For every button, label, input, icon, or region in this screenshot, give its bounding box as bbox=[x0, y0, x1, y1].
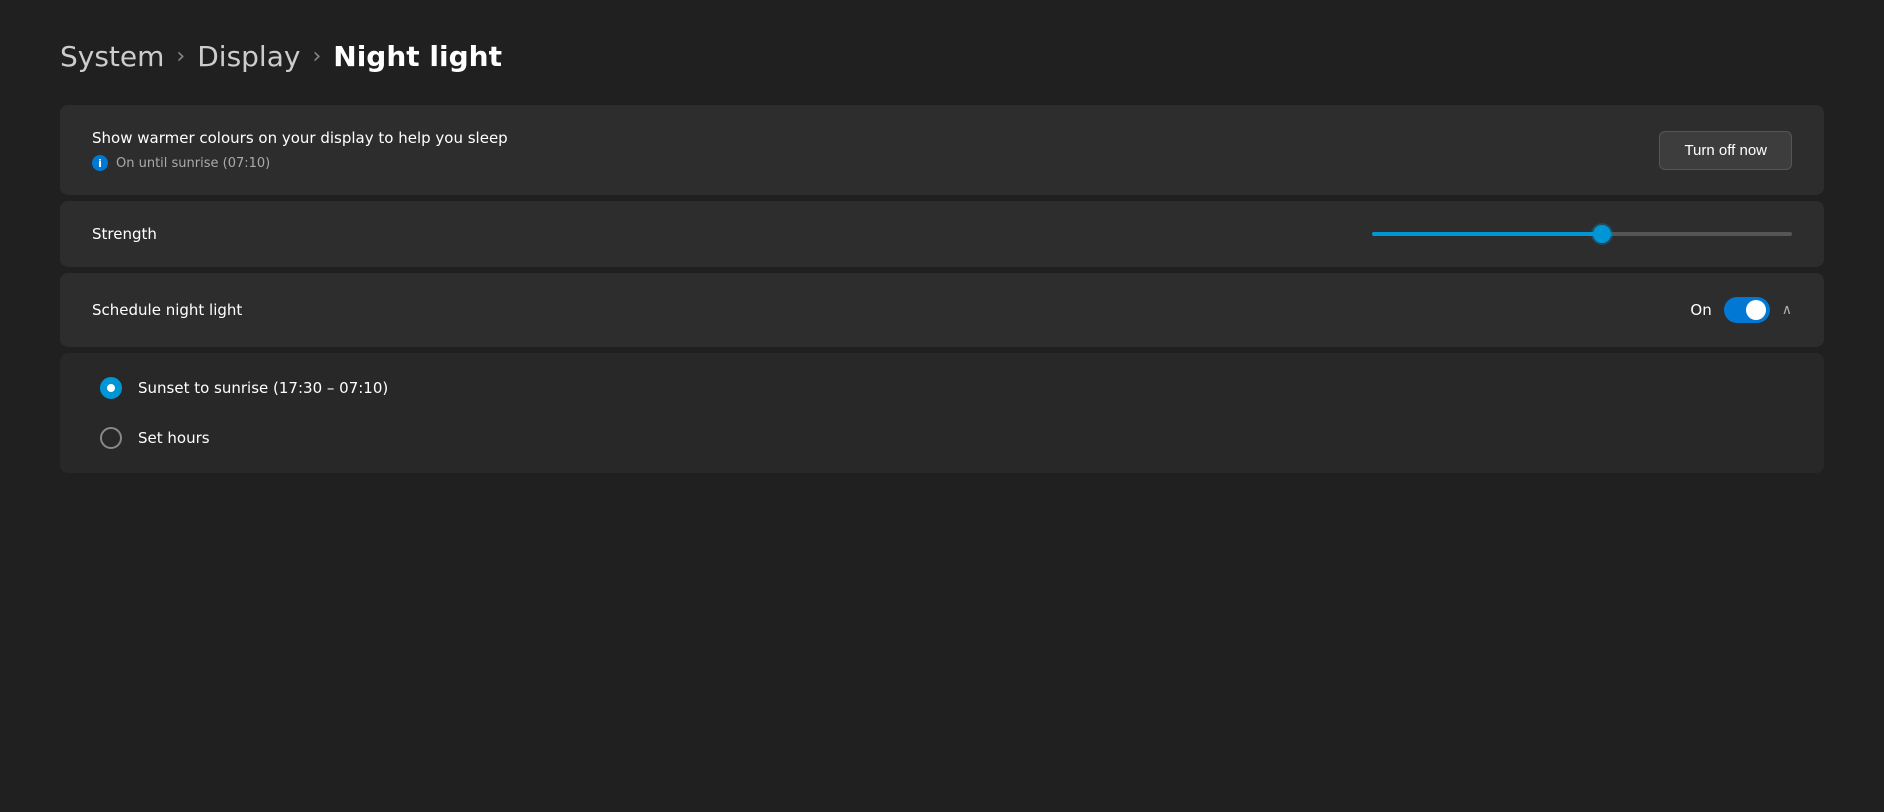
breadcrumb: System › Display › Night light bbox=[60, 40, 1824, 73]
schedule-label: Schedule night light bbox=[92, 301, 242, 319]
strength-label: Strength bbox=[92, 225, 157, 243]
breadcrumb-display[interactable]: Display bbox=[197, 40, 300, 73]
schedule-controls: On ∧ bbox=[1690, 297, 1792, 323]
radio-option-set-hours[interactable]: Set hours bbox=[100, 427, 1784, 449]
schedule-state-label: On bbox=[1690, 301, 1711, 319]
status-subtitle: i On until sunrise (07:10) bbox=[92, 155, 508, 171]
radio-sunset-circle[interactable] bbox=[100, 377, 122, 399]
radio-set-hours-circle[interactable] bbox=[100, 427, 122, 449]
strength-card: Strength bbox=[60, 201, 1824, 267]
turn-off-button[interactable]: Turn off now bbox=[1659, 131, 1792, 170]
radio-sunset-label: Sunset to sunrise (17:30 – 07:10) bbox=[138, 379, 388, 397]
status-text: On until sunrise (07:10) bbox=[116, 156, 270, 171]
radio-set-hours-label: Set hours bbox=[138, 429, 210, 447]
schedule-toggle[interactable] bbox=[1724, 297, 1770, 323]
schedule-card: Schedule night light On ∧ bbox=[60, 273, 1824, 347]
schedule-chevron-icon[interactable]: ∧ bbox=[1782, 302, 1792, 318]
strength-slider-container bbox=[1372, 232, 1792, 236]
status-description: Show warmer colours on your display to h… bbox=[92, 129, 508, 147]
breadcrumb-system[interactable]: System bbox=[60, 40, 164, 73]
status-card-left: Show warmer colours on your display to h… bbox=[92, 129, 508, 171]
info-icon: i bbox=[92, 155, 108, 171]
toggle-track bbox=[1724, 297, 1770, 323]
breadcrumb-night-light: Night light bbox=[333, 40, 502, 73]
schedule-options-section: Sunset to sunrise (17:30 – 07:10) Set ho… bbox=[60, 353, 1824, 473]
strength-slider[interactable] bbox=[1372, 232, 1792, 236]
breadcrumb-separator-1: › bbox=[176, 44, 185, 69]
toggle-thumb bbox=[1746, 300, 1766, 320]
radio-option-sunset[interactable]: Sunset to sunrise (17:30 – 07:10) bbox=[100, 377, 1784, 399]
status-card: Show warmer colours on your display to h… bbox=[60, 105, 1824, 195]
breadcrumb-separator-2: › bbox=[312, 44, 321, 69]
